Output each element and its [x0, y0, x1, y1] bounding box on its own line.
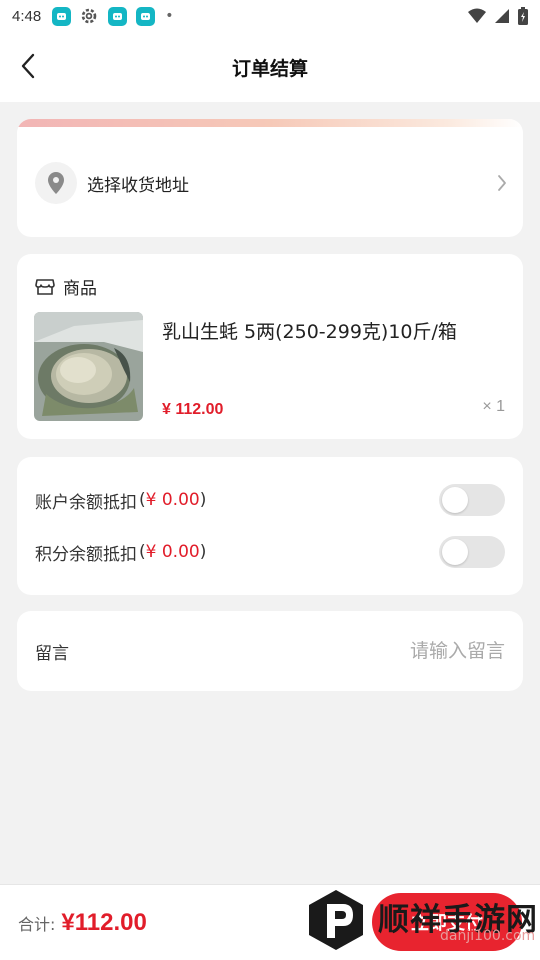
wifi-icon: [468, 8, 486, 23]
page-title: 订单结算: [231, 57, 308, 80]
points-deduction-toggle[interactable]: [439, 536, 505, 568]
points-deduction-row: 积分余额抵扣 ( ¥ 0.00 ): [35, 535, 505, 569]
goods-section-header: 商品: [35, 274, 97, 299]
settings-gear-icon: [79, 6, 99, 26]
product-quantity: × 1: [482, 398, 505, 415]
battery-icon: [518, 7, 528, 25]
select-address-label: 选择收货地址: [87, 175, 189, 196]
app-notification-icon: [135, 6, 155, 26]
goods-card: 商品 乳山生蚝 5两(250-299克)10斤/箱 ¥ 112.00 × 1: [17, 254, 523, 439]
app-notification-icon: [107, 6, 127, 26]
message-label: 留言: [35, 643, 69, 664]
balance-close-paren: ): [199, 490, 207, 510]
product-image[interactable]: [34, 312, 143, 421]
points-deduction-amount: ¥ 0.00: [145, 542, 200, 562]
location-pin-icon: [48, 172, 64, 194]
back-button[interactable]: [14, 52, 42, 80]
balance-open-paren: (: [139, 490, 146, 510]
message-card: 留言: [17, 611, 523, 691]
points-open-paren: (: [139, 542, 146, 562]
balance-deduction-toggle[interactable]: [439, 484, 505, 516]
status-bar: 4:48 •: [0, 0, 540, 32]
total-label: 合计:: [18, 914, 56, 934]
balance-deduction-amount: ¥ 0.00: [145, 490, 200, 510]
status-time: 4:48: [12, 7, 42, 25]
more-notifications-dot: •: [165, 8, 174, 24]
store-icon: [35, 278, 55, 296]
status-right: [468, 7, 528, 25]
points-close-paren: ): [199, 542, 207, 562]
product-name: 乳山生蚝 5两(250-299克)10斤/箱: [162, 321, 457, 343]
address-card: 选择收货地址: [17, 119, 523, 237]
watermark-logo-icon: [309, 890, 363, 950]
chevron-left-icon: [21, 53, 35, 79]
product-price: ¥ 112.00: [162, 401, 224, 418]
nav-bar: 订单结算: [0, 32, 540, 102]
chevron-right-icon: [498, 175, 506, 191]
location-icon-wrapper: [35, 162, 77, 204]
message-input[interactable]: [245, 640, 505, 662]
balance-deduction-row: 账户余额抵扣 ( ¥ 0.00 ): [35, 483, 505, 517]
balance-deduction-label: 账户余额抵扣: [35, 492, 137, 513]
deduction-card: 账户余额抵扣 ( ¥ 0.00 ) 积分余额抵扣 ( ¥ 0.00 ): [17, 457, 523, 595]
points-deduction-label: 积分余额抵扣: [35, 544, 137, 565]
goods-section-title: 商品: [63, 279, 97, 299]
signal-icon: [495, 9, 509, 23]
watermark-url: danji100.com: [440, 928, 536, 944]
select-address-button[interactable]: 选择收货地址: [35, 161, 507, 205]
address-card-gradient: [17, 119, 523, 127]
total-amount: ¥112.00: [61, 908, 147, 936]
app-notification-icon: [51, 6, 71, 26]
